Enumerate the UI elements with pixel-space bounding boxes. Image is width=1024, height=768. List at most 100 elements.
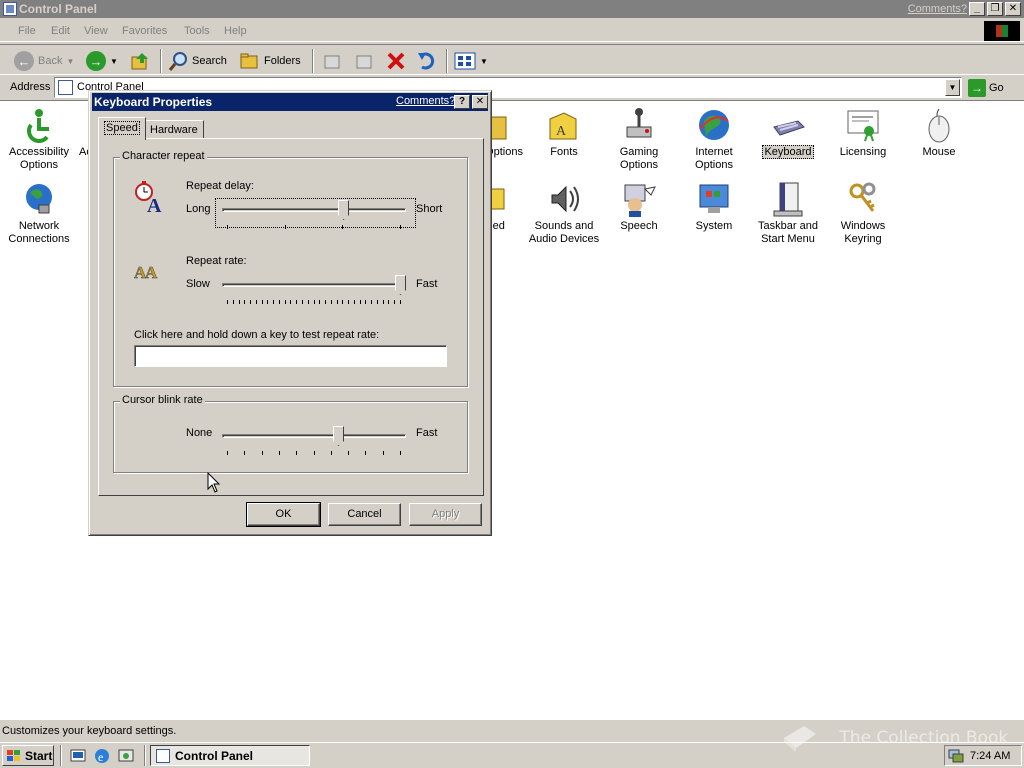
gaming-icon [621, 107, 657, 143]
item-licensing[interactable]: Licensing [825, 107, 901, 159]
help-button[interactable]: ? [454, 95, 470, 109]
taskbar-item-control-panel[interactable]: Control Panel [150, 745, 310, 766]
comments-link[interactable]: Comments? [908, 3, 967, 15]
ok-button[interactable]: OK [246, 502, 321, 527]
cursor-blink-slider[interactable] [222, 426, 406, 457]
menu-file[interactable]: File [18, 25, 36, 37]
tab-speed[interactable]: Speed [98, 117, 146, 140]
slider-tick [325, 300, 326, 304]
svg-text:A: A [147, 195, 162, 214]
menu-edit[interactable]: Edit [51, 25, 70, 37]
watermark: The Collection Book [780, 720, 1008, 756]
views-button[interactable]: ▼ [454, 50, 488, 72]
explorer-icon[interactable] [118, 748, 134, 764]
slider-tick [331, 451, 332, 455]
tab-hardware[interactable]: Hardware [144, 120, 204, 139]
search-button[interactable]: Search [168, 50, 227, 72]
keyboard-icon [770, 107, 806, 143]
item-network-connections[interactable]: Network Connections [1, 181, 77, 246]
menu-help[interactable]: Help [224, 25, 247, 37]
scheduled-tasks-icon [489, 181, 506, 217]
repeat-delay-slider[interactable] [222, 200, 406, 231]
slider-tick [302, 300, 303, 304]
slider-tick [383, 300, 384, 304]
title-bar[interactable]: Control Panel Comments? _ ❐ ✕ [0, 0, 1024, 18]
menu-tools[interactable]: Tools [184, 25, 210, 37]
back-button[interactable]: ← Back ▼ [14, 50, 74, 72]
slider-tick [314, 451, 315, 455]
slider-tick [244, 451, 245, 455]
slider-tick [400, 451, 401, 455]
item-speech[interactable]: Speech [601, 181, 677, 233]
delete-button[interactable] [386, 50, 406, 72]
item-accessibility-options[interactable]: Accessibility Options [1, 107, 77, 172]
delay-short-label: Short [416, 203, 443, 215]
system-icon [696, 181, 732, 217]
item-fonts[interactable]: A Fonts [526, 107, 602, 159]
repeat-rate-slider[interactable] [222, 275, 406, 306]
character-repeat-group: Character repeat A Repeat delay: Long Sh… [113, 150, 468, 387]
item-internet-options[interactable]: Internet Options [676, 107, 752, 172]
item-mouse[interactable]: Mouse [901, 107, 977, 159]
show-desktop-icon[interactable] [70, 748, 86, 764]
item-label: Licensing [839, 146, 887, 158]
address-dropdown-button[interactable]: ▼ [945, 79, 960, 96]
item-keyboard[interactable]: Keyboard [750, 107, 826, 159]
copy-to-button[interactable] [354, 50, 374, 72]
minimize-button[interactable]: _ [969, 2, 985, 16]
slider-thumb[interactable] [338, 200, 349, 220]
menu-view[interactable]: View [84, 25, 108, 37]
dialog-title-bar[interactable]: Keyboard Properties Comments? ? ✕ [92, 93, 488, 111]
blink-fast-label: Fast [416, 427, 438, 439]
windows-flag-icon [7, 749, 20, 761]
dialog-close-button[interactable]: ✕ [472, 95, 488, 109]
toolbar: ← Back ▼ → ▼ Search Folders ▼ [0, 44, 1024, 75]
item-taskbar-and-start-menu[interactable]: Taskbar and Start Menu [750, 181, 826, 246]
taskbar-separator [60, 745, 62, 766]
go-arrow-icon: → [968, 79, 986, 97]
item-system[interactable]: System [676, 181, 752, 233]
slider-tick [319, 300, 320, 304]
test-repeat-input[interactable] [134, 345, 447, 367]
slider-tick [273, 300, 274, 304]
undo-button[interactable] [416, 50, 438, 72]
slider-tick [394, 300, 395, 304]
control-panel-icon [3, 2, 17, 16]
start-label: Start [25, 748, 53, 763]
cancel-button[interactable]: Cancel [328, 503, 401, 526]
slider-tick [342, 225, 343, 229]
mouse-icon [921, 107, 957, 143]
up-folder-button[interactable] [130, 50, 150, 72]
close-button[interactable]: ✕ [1005, 2, 1021, 16]
menu-bar: File Edit View Favorites Tools Help [0, 20, 1024, 42]
keyboard-properties-dialog: Keyboard Properties Comments? ? ✕ Speed … [88, 90, 492, 536]
forward-button[interactable]: → ▼ [86, 50, 118, 72]
move-to-button[interactable] [322, 50, 342, 72]
fonts-icon: A [546, 107, 582, 143]
toolbar-separator [160, 49, 162, 73]
apply-button[interactable]: Apply [409, 503, 482, 526]
slider-tick [267, 300, 268, 304]
dialog-comments-link[interactable]: Comments? [396, 95, 455, 107]
slider-tick [239, 300, 240, 304]
sounds-icon [546, 181, 582, 217]
slider-thumb[interactable] [395, 275, 406, 295]
slider-thumb[interactable] [333, 426, 344, 446]
slider-tick [285, 300, 286, 304]
go-button[interactable]: → Go [968, 78, 1004, 98]
item-gaming-options[interactable]: Gaming Options [601, 107, 677, 172]
slider-tick [227, 300, 228, 304]
restore-button[interactable]: ❐ [987, 2, 1003, 16]
item-sounds-and-audio-devices[interactable]: Sounds and Audio Devices [526, 181, 602, 246]
speech-icon [621, 181, 657, 217]
internet-explorer-icon[interactable]: e [94, 748, 110, 764]
repeat-rate-icon: A A [134, 263, 158, 282]
menu-favorites[interactable]: Favorites [122, 25, 167, 37]
folders-button[interactable]: Folders [240, 50, 301, 72]
start-button[interactable]: Start [2, 745, 54, 766]
repeat-delay-icon: A [135, 181, 162, 214]
slider-tick [279, 451, 280, 455]
network-icon [21, 181, 57, 217]
item-windows-keyring[interactable]: Windows Keyring [825, 181, 901, 246]
slider-track [222, 208, 406, 212]
